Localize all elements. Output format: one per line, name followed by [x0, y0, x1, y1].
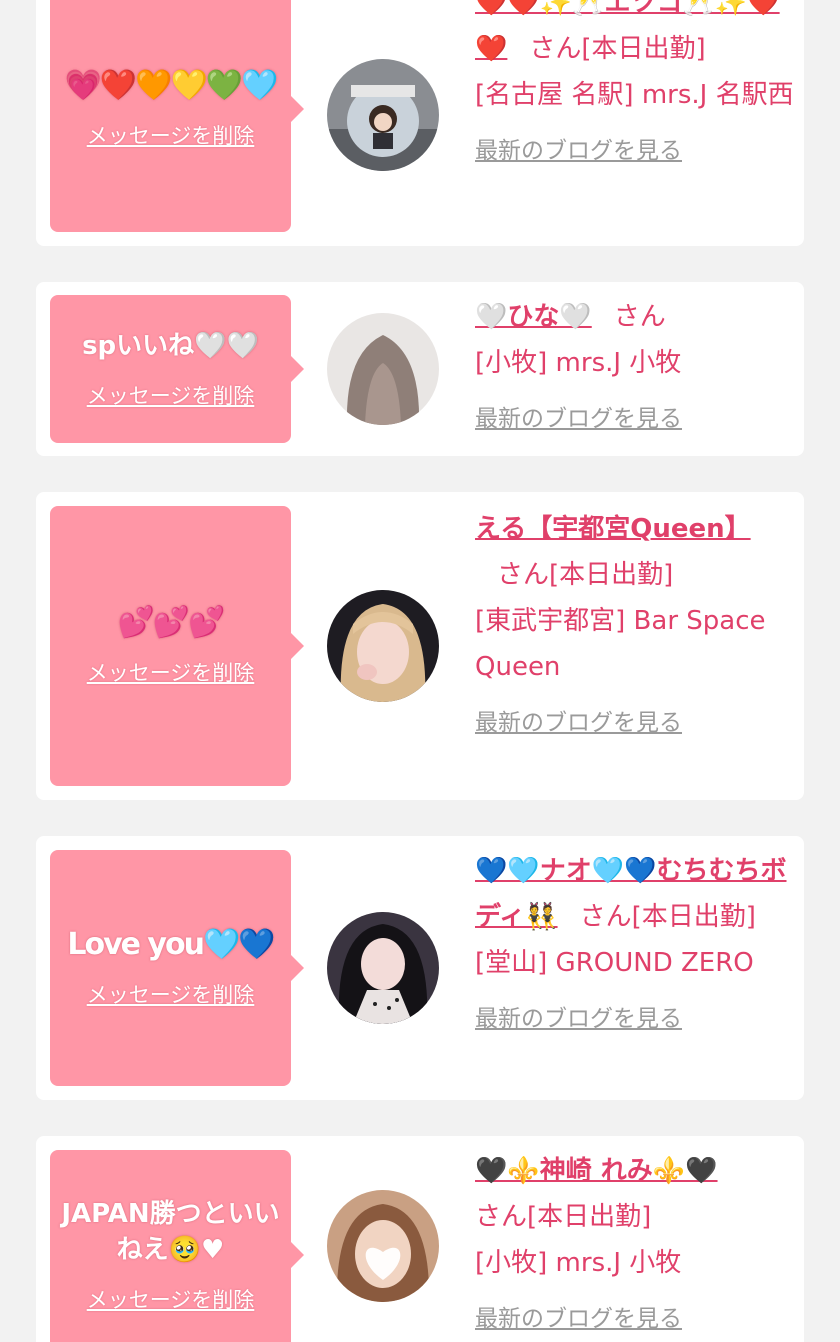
- latest-blog-link[interactable]: 最新のブログを見る: [475, 396, 795, 442]
- long-hair-photo-icon: [327, 313, 439, 425]
- delete-message-link[interactable]: メッセージを削除: [87, 657, 255, 687]
- avatar[interactable]: [327, 590, 439, 702]
- latest-blog-link[interactable]: 最新のブログを見る: [475, 700, 795, 746]
- cast-name-link[interactable]: える【宇都宮Queen】: [475, 514, 751, 544]
- message-bubble: 💗❤️🧡💛💚🩵 メッセージを削除: [50, 0, 304, 232]
- avatar[interactable]: [327, 912, 439, 1024]
- favorite-message-list: 💗❤️🧡💛💚🩵 メッセージを削除 ❤️❤️✨🥂エツコ🥂✨❤️❤️ さん[本日出勤]…: [0, 0, 840, 1342]
- list-item: Love you🩵💙 メッセージを削除 💙🩵ナオ🩵💙むちむちボディ👯 さん[本日出…: [36, 836, 804, 1100]
- san-label: さん: [529, 34, 582, 64]
- delete-message-link[interactable]: メッセージを削除: [87, 979, 255, 1009]
- delete-message-link[interactable]: メッセージを削除: [87, 1284, 255, 1314]
- heart-covered-face-photo-icon: [327, 1190, 439, 1302]
- message-bubble: JAPAN勝つといいねえ🥹♥ メッセージを削除: [50, 1150, 304, 1342]
- status-line: さん[本日出勤]: [475, 1194, 795, 1240]
- message-text: 💕💕💕: [117, 605, 225, 640]
- attendance-status: [本日出勤]: [549, 560, 674, 590]
- list-item: spいいね🤍🤍 メッセージを削除 🤍ひな🤍 さん [小牧] mrs.J 小牧 最新…: [36, 282, 804, 456]
- latest-blog-link[interactable]: 最新のブログを見る: [475, 1296, 795, 1342]
- message-bubble: Love you🩵💙 メッセージを削除: [50, 850, 304, 1086]
- gachapon-doll-photo-icon: [327, 59, 439, 171]
- cast-name-link[interactable]: 🤍ひな🤍: [475, 302, 592, 332]
- latest-blog-link[interactable]: 最新のブログを見る: [475, 996, 795, 1042]
- cast-name-link[interactable]: 🖤⚜️神崎 れみ⚜️🖤: [475, 1156, 718, 1186]
- avatar[interactable]: [327, 59, 439, 171]
- list-item: 💕💕💕 メッセージを削除 える【宇都宮Queen】さん[本日出勤] [東武宇都宮…: [36, 492, 804, 800]
- list-item: 💗❤️🧡💛💚🩵 メッセージを削除 ❤️❤️✨🥂エツコ🥂✨❤️❤️ さん[本日出勤]…: [36, 0, 804, 246]
- delete-message-link[interactable]: メッセージを削除: [87, 380, 255, 410]
- san-label: さん: [497, 560, 550, 590]
- message-text: 💗❤️🧡💛💚🩵: [64, 68, 278, 103]
- attendance-status: [本日出勤]: [581, 34, 706, 64]
- attendance-status: [本日出勤]: [631, 902, 756, 932]
- message-text: spいいね🤍🤍: [82, 331, 259, 361]
- san-label: さん: [579, 902, 632, 932]
- shop-name: [東武宇都宮] Bar Space Queen: [475, 606, 766, 682]
- shop-name: [堂山] GROUND ZERO: [475, 948, 754, 978]
- delete-message-link[interactable]: メッセージを削除: [87, 120, 255, 150]
- dark-hair-woman-photo-icon: [327, 912, 439, 1024]
- attendance-status: [本日出勤]: [527, 1202, 652, 1232]
- message-bubble: spいいね🤍🤍 メッセージを削除: [50, 295, 304, 443]
- shop-name: [名古屋 名駅] mrs.J 名駅西: [475, 80, 794, 110]
- message-text: Love you🩵💙: [67, 927, 275, 962]
- message-bubble: 💕💕💕 メッセージを削除: [50, 506, 304, 786]
- list-item: JAPAN勝つといいねえ🥹♥ メッセージを削除 🖤⚜️神崎 れみ⚜️🖤 さん[本…: [36, 1136, 804, 1342]
- latest-blog-link[interactable]: 最新のブログを見る: [475, 128, 795, 174]
- blonde-woman-photo-icon: [327, 590, 439, 702]
- avatar[interactable]: [327, 1190, 439, 1302]
- message-text: JAPAN勝つといいねえ🥹♥: [61, 1199, 280, 1265]
- san-label: さん: [475, 1202, 528, 1232]
- avatar[interactable]: [327, 313, 439, 425]
- san-label: さん: [613, 302, 666, 332]
- shop-name: [小牧] mrs.J 小牧: [475, 348, 682, 378]
- shop-name: [小牧] mrs.J 小牧: [475, 1248, 682, 1278]
